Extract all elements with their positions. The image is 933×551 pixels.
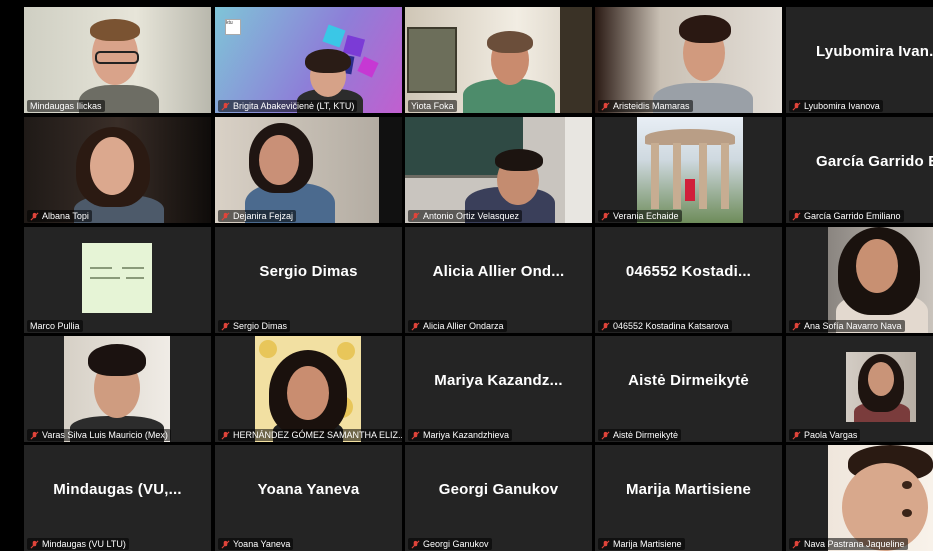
participant-name-label: Sergio Dimas: [218, 320, 291, 332]
participant-display-name: Marija Martisiene: [625, 480, 752, 498]
participant-tile[interactable]: Marija Martisiene Marija Martisiene: [595, 445, 782, 551]
participant-name-label: Ana Sofía Navarro Nava: [789, 320, 905, 332]
participant-display-name: Yoana Yaneva: [257, 480, 360, 498]
mic-muted-icon: [30, 212, 39, 220]
mic-muted-icon: [221, 212, 230, 220]
participant-name-label: 046552 Kostadina Katsarova: [598, 320, 732, 332]
video-feed: [82, 243, 152, 313]
participant-name-label: Marco Pullia: [27, 320, 83, 332]
participant-tile[interactable]: Verania Echaide: [595, 117, 782, 223]
participant-tile[interactable]: Sergio Dimas Sergio Dimas: [215, 227, 402, 333]
participant-display-name: Aistė Dirmeikytė: [628, 371, 749, 389]
participant-tile[interactable]: Albana Topi: [24, 117, 211, 223]
participant-name-label: Nava Pastrana Jaqueline: [789, 538, 908, 550]
mic-muted-icon: [30, 540, 39, 548]
participant-name-label: Mindaugas Ilickas: [27, 100, 105, 112]
participant-name-label: Albana Topi: [27, 210, 92, 222]
participant-name-label: Aistė Dirmeikytė: [598, 429, 682, 441]
participant-tile[interactable]: Marco Pullia: [24, 227, 211, 333]
participant-tile[interactable]: Paola Vargas: [786, 336, 933, 442]
mic-muted-icon: [411, 431, 420, 439]
participant-tile[interactable]: Mindaugas Ilickas: [24, 7, 211, 113]
participant-tile[interactable]: ktu Brigita Abakevičienė (LT, KTU): [215, 7, 402, 113]
video-feed: [24, 117, 211, 223]
participant-tile[interactable]: Georgi Ganukov Georgi Ganukov: [405, 445, 592, 551]
participant-tile[interactable]: Nava Pastrana Jaqueline: [786, 445, 933, 551]
participant-name-label: Yiota Foka: [408, 100, 457, 112]
video-feed: [828, 227, 933, 333]
participant-tile[interactable]: Varas Silva Luis Mauricio (Mex): [24, 336, 211, 442]
mic-muted-icon: [411, 322, 420, 330]
participant-name-label: Georgi Ganukov: [408, 538, 492, 550]
video-grid: Mindaugas Ilickas ktu Brigita Abakevičie…: [0, 0, 933, 551]
video-feed: [255, 336, 361, 442]
participant-tile[interactable]: Yoana Yaneva Yoana Yaneva: [215, 445, 402, 551]
participant-display-name: Alicia Allier Ond...: [432, 262, 565, 280]
mic-muted-icon: [792, 212, 801, 220]
participant-tile[interactable]: Antonio Ortiz Velasquez: [405, 117, 592, 223]
participant-tile[interactable]: HERNÁNDEZ GÓMEZ SAMANTHA ELIZ...: [215, 336, 402, 442]
participant-name-label: García Garrido Emiliano: [789, 210, 904, 222]
participant-tile[interactable]: Mindaugas (VU,... Mindaugas (VU LTU): [24, 445, 211, 551]
video-feed: [846, 352, 916, 422]
participant-tile[interactable]: García Garrido E García Garrido Emiliano: [786, 117, 933, 223]
participant-name-label: Brigita Abakevičienė (LT, KTU): [218, 100, 358, 112]
video-feed: ktu: [215, 7, 402, 113]
participant-name-label: Yoana Yaneva: [218, 538, 294, 550]
mic-muted-icon: [792, 540, 801, 548]
participant-tile[interactable]: 046552 Kostadi... 046552 Kostadina Katsa…: [595, 227, 782, 333]
participant-name-label: Varas Silva Luis Mauricio (Mex): [27, 429, 171, 441]
participant-name-label: HERNÁNDEZ GÓMEZ SAMANTHA ELIZ...: [218, 429, 402, 441]
participant-tile[interactable]: Aistė Dirmeikytė Aistė Dirmeikytė: [595, 336, 782, 442]
participant-display-name: Sergio Dimas: [259, 262, 358, 280]
video-feed: [215, 117, 402, 223]
video-feed: [595, 7, 782, 113]
participant-tile-active-speaker[interactable]: Yiota Foka: [405, 7, 592, 113]
video-feed: [637, 117, 743, 223]
mic-muted-icon: [601, 102, 610, 110]
participant-name-label: Lyubomira Ivanova: [789, 100, 883, 112]
mic-muted-icon: [792, 431, 801, 439]
video-feed: [405, 7, 592, 113]
mic-muted-icon: [411, 540, 420, 548]
participant-tile[interactable]: Ana Sofía Navarro Nava: [786, 227, 933, 333]
participant-name-label: Dejanira Fejzaj: [218, 210, 297, 222]
participant-name-label: Marija Martisiene: [598, 538, 685, 550]
participant-tile[interactable]: Mariya Kazandz... Mariya Kazandzhieva: [405, 336, 592, 442]
participant-tile[interactable]: Aristeidis Mamaras: [595, 7, 782, 113]
video-feed: [24, 7, 211, 113]
mic-muted-icon: [221, 322, 230, 330]
mic-muted-icon: [601, 431, 610, 439]
mic-muted-icon: [792, 322, 801, 330]
participant-display-name: 046552 Kostadi...: [625, 262, 752, 280]
participant-display-name: Georgi Ganukov: [438, 480, 559, 498]
participant-display-name: Mindaugas (VU,...: [53, 480, 182, 498]
participant-name-label: Paola Vargas: [789, 429, 861, 441]
mic-muted-icon: [411, 212, 420, 220]
video-feed: [405, 117, 592, 223]
participant-name-label: Verania Echaide: [598, 210, 682, 222]
mic-muted-icon: [221, 431, 230, 439]
participant-tile[interactable]: Lyubomira Ivan... Lyubomira Ivanova: [786, 7, 933, 113]
mic-muted-icon: [221, 102, 230, 110]
participant-display-name: García Garrido E: [816, 152, 933, 170]
mic-muted-icon: [30, 431, 39, 439]
mic-muted-icon: [601, 212, 610, 220]
video-feed: [828, 445, 933, 551]
participant-tile[interactable]: Dejanira Fejzaj: [215, 117, 402, 223]
mic-muted-icon: [601, 322, 610, 330]
participant-name-label: Antonio Ortiz Velasquez: [408, 210, 523, 222]
mic-muted-icon: [792, 102, 801, 110]
video-feed: [64, 336, 170, 442]
participant-display-name: Mariya Kazandz...: [434, 371, 563, 389]
participant-name-label: Aristeidis Mamaras: [598, 100, 693, 112]
participant-name-label: Alicia Allier Ondarza: [408, 320, 507, 332]
participant-name-label: Mariya Kazandzhieva: [408, 429, 513, 441]
mic-muted-icon: [221, 540, 230, 548]
participant-name-label: Mindaugas (VU LTU): [27, 538, 129, 550]
mic-muted-icon: [601, 540, 610, 548]
participant-tile[interactable]: Alicia Allier Ond... Alicia Allier Ondar…: [405, 227, 592, 333]
participant-display-name: Lyubomira Ivan...: [816, 42, 933, 60]
